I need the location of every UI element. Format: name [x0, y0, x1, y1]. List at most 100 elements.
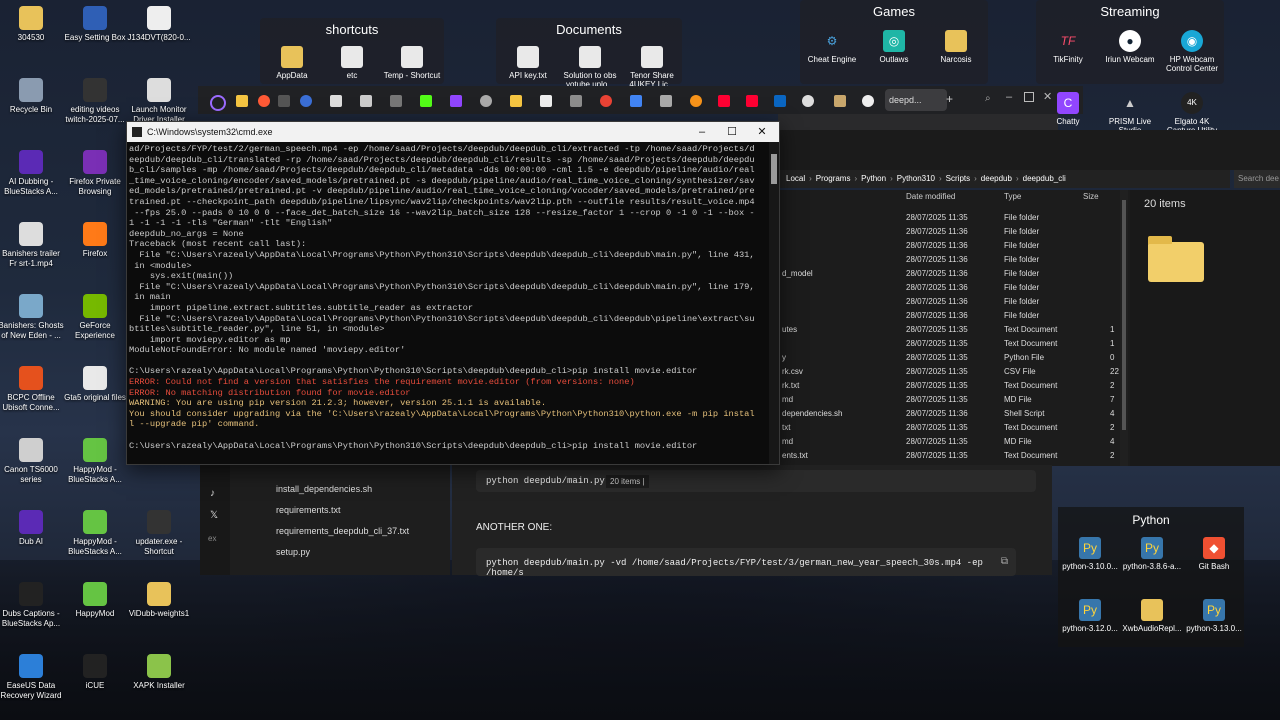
scroll-thumb[interactable]	[1122, 200, 1126, 430]
desktop-shortcut[interactable]: Firefox	[62, 222, 128, 259]
cmd-titlebar[interactable]: C:\Windows\system32\cmd.exe – ☐ ✕	[127, 122, 779, 142]
file-row[interactable]: rk.txt 28/07/2025 11:35 Text Document 2	[780, 379, 1130, 393]
desktop-shortcut[interactable]: XAPK Installer	[126, 654, 192, 691]
desktop-shortcut[interactable]: 304530	[0, 6, 64, 43]
tab-icon[interactable]	[450, 95, 462, 107]
tab-icon[interactable]	[480, 95, 492, 107]
tab-icon[interactable]	[660, 95, 672, 107]
file-row[interactable]: md 28/07/2025 11:35 MD File 7	[780, 393, 1130, 407]
iriun-shortcut[interactable]: ● Iriun Webcam	[1098, 30, 1162, 64]
document-item[interactable]: API key.txt	[496, 46, 560, 80]
file-row[interactable]: rk.csv 28/07/2025 11:35 CSV File 22	[780, 365, 1130, 379]
scroll-thumb[interactable]	[771, 154, 777, 184]
column-type[interactable]: Type	[1004, 192, 1021, 201]
cmd-window[interactable]: C:\Windows\system32\cmd.exe – ☐ ✕ ad/Pro…	[126, 121, 780, 465]
tab-icon[interactable]	[510, 95, 522, 107]
xwb-tool[interactable]: XwbAudioRepl...	[1120, 599, 1184, 633]
new-tab-button[interactable]: +	[946, 92, 953, 106]
temp-shortcut[interactable]: Temp - Shortcut	[380, 46, 444, 80]
tab-icon[interactable]	[630, 95, 642, 107]
explorer-scrollbar[interactable]	[1120, 190, 1128, 466]
tab-icon[interactable]	[718, 95, 730, 107]
tab-icon[interactable]	[236, 95, 248, 107]
tab-icon[interactable]	[540, 95, 552, 107]
maximize-button[interactable]: ☐	[717, 122, 747, 142]
desktop-shortcut[interactable]: HappyMod - BlueStacks A...	[62, 510, 128, 557]
file-row[interactable]: 28/07/2025 11:35 File folder	[780, 211, 1130, 225]
breadcrumb-item[interactable]: deepdub_cli	[1023, 174, 1066, 183]
document-item[interactable]: Solution to obs yotube uplo...	[558, 46, 622, 89]
close-button[interactable]: ✕	[747, 122, 777, 142]
tab-icon[interactable]	[862, 95, 874, 107]
tab-icon[interactable]	[330, 95, 342, 107]
desktop-shortcut[interactable]: Launch Monitor Driver Installer	[126, 78, 192, 125]
file-row[interactable]: 28/07/2025 11:36 File folder	[780, 225, 1130, 239]
file-item[interactable]: requirements_deepdub_cli_37.txt	[276, 526, 409, 536]
desktop-shortcut[interactable]: ViDubb-weights1	[126, 582, 192, 619]
desktop-shortcut[interactable]: iCUE	[62, 654, 128, 691]
chatty-shortcut[interactable]: C Chatty	[1036, 92, 1100, 126]
file-item[interactable]: requirements.txt	[276, 505, 341, 515]
file-row[interactable]: d_model 28/07/2025 11:36 File folder	[780, 267, 1130, 281]
desktop-shortcut[interactable]: Banishers: Ghosts of New Eden - ...	[0, 294, 64, 341]
cheat-engine-shortcut[interactable]: ⚙ Cheat Engine	[800, 30, 864, 64]
tab-icon[interactable]	[420, 95, 432, 107]
tab-icon[interactable]	[360, 95, 372, 107]
desktop-shortcut[interactable]: HappyMod - BlueStacks A...	[62, 438, 128, 485]
desktop-shortcut[interactable]: HappyMod	[62, 582, 128, 619]
tab-icon[interactable]	[802, 95, 814, 107]
file-item[interactable]: install_dependencies.sh	[276, 484, 372, 494]
desktop-shortcut[interactable]: updater.exe - Shortcut	[126, 510, 192, 557]
file-row[interactable]: utes 28/07/2025 11:35 Text Document 1	[780, 323, 1130, 337]
tab-icon[interactable]	[390, 95, 402, 107]
desktop-shortcut[interactable]: BCPC Offline Ubisoft Conne...	[0, 366, 64, 413]
tab-deepdub-active[interactable]: deepd...	[885, 89, 947, 111]
tab-icon[interactable]	[258, 95, 270, 107]
desktop-shortcut[interactable]: EaseUS Data Recovery Wizard	[0, 654, 64, 701]
file-row[interactable]: 28/07/2025 11:36 File folder	[780, 309, 1130, 323]
python-installer[interactable]: Py python-3.10.0...	[1058, 537, 1122, 571]
prism-shortcut[interactable]: ▲PRISM Live Studio	[1098, 92, 1162, 135]
file-row[interactable]: 28/07/2025 11:36 File folder	[780, 295, 1130, 309]
breadcrumb-item[interactable]: Python	[861, 174, 886, 183]
elgato-shortcut[interactable]: 4KElgato 4K Capture Utility	[1160, 92, 1224, 135]
narcosis-shortcut[interactable]: Narcosis	[924, 30, 988, 64]
tikfinity-shortcut[interactable]: TF TikFinity	[1036, 30, 1100, 64]
tab-icon[interactable]	[600, 95, 612, 107]
desktop-shortcut[interactable]: editing videos twitch-2025-07...	[62, 78, 128, 125]
appdata-shortcut[interactable]: AppData	[260, 46, 324, 80]
desktop-shortcut[interactable]: Dub AI	[0, 510, 64, 547]
search-box[interactable]: Search dee	[1234, 170, 1280, 188]
tab-icon[interactable]	[300, 95, 312, 107]
python-installer[interactable]: Py python-3.8.6-a...	[1120, 537, 1184, 571]
maximize-icon[interactable]	[1024, 92, 1034, 102]
file-row[interactable]: y 28/07/2025 11:35 Python File 0	[780, 351, 1130, 365]
file-row[interactable]: md 28/07/2025 11:35 MD File 4	[780, 435, 1130, 449]
misc-icon[interactable]: ex	[208, 534, 216, 543]
minimize-button[interactable]: –	[687, 122, 717, 142]
file-row[interactable]: 28/07/2025 11:35 Text Document 1	[780, 337, 1130, 351]
breadcrumb-item[interactable]: deepdub	[981, 174, 1012, 183]
cmd-output[interactable]: ad/Projects/FYP/test/2/german_speech.mp4…	[129, 144, 769, 462]
tab-icon[interactable]	[210, 95, 226, 111]
tab-icon[interactable]	[278, 95, 290, 107]
document-item[interactable]: Tenor Share 4UKEY Lic...	[620, 46, 684, 89]
desktop-shortcut[interactable]: Firefox Private Browsing	[62, 150, 128, 197]
python-installer[interactable]: Py python-3.12.0...	[1058, 599, 1122, 633]
desktop-shortcut[interactable]: Recycle Bin	[0, 78, 64, 115]
tiktok-icon[interactable]: ♪	[210, 488, 215, 499]
hp-webcam-shortcut[interactable]: ◉ HP Webcam Control Center	[1160, 30, 1224, 73]
x-icon[interactable]: 𝕏	[210, 510, 218, 521]
file-row[interactable]: 28/07/2025 11:36 File folder	[780, 239, 1130, 253]
address-bar[interactable]: Local › Programs › Python › Python310 › Scripts ›…	[780, 170, 1230, 188]
file-row[interactable]: 28/07/2025 11:36 File folder	[780, 281, 1130, 295]
desktop-shortcut[interactable]: GeForce Experience	[62, 294, 128, 341]
breadcrumb-item[interactable]: Local	[786, 174, 805, 183]
tab-icon[interactable]	[690, 95, 702, 107]
breadcrumb-item[interactable]: Scripts	[946, 174, 970, 183]
desktop-shortcut[interactable]: Canon TS6000 series	[0, 438, 64, 485]
search-icon[interactable]: ⌕	[985, 93, 991, 104]
file-row[interactable]: ents.txt 28/07/2025 11:35 Text Document 2	[780, 449, 1130, 463]
desktop-shortcut[interactable]: J134DVT(820-0...	[126, 6, 192, 43]
column-size[interactable]: Size	[1083, 192, 1099, 201]
